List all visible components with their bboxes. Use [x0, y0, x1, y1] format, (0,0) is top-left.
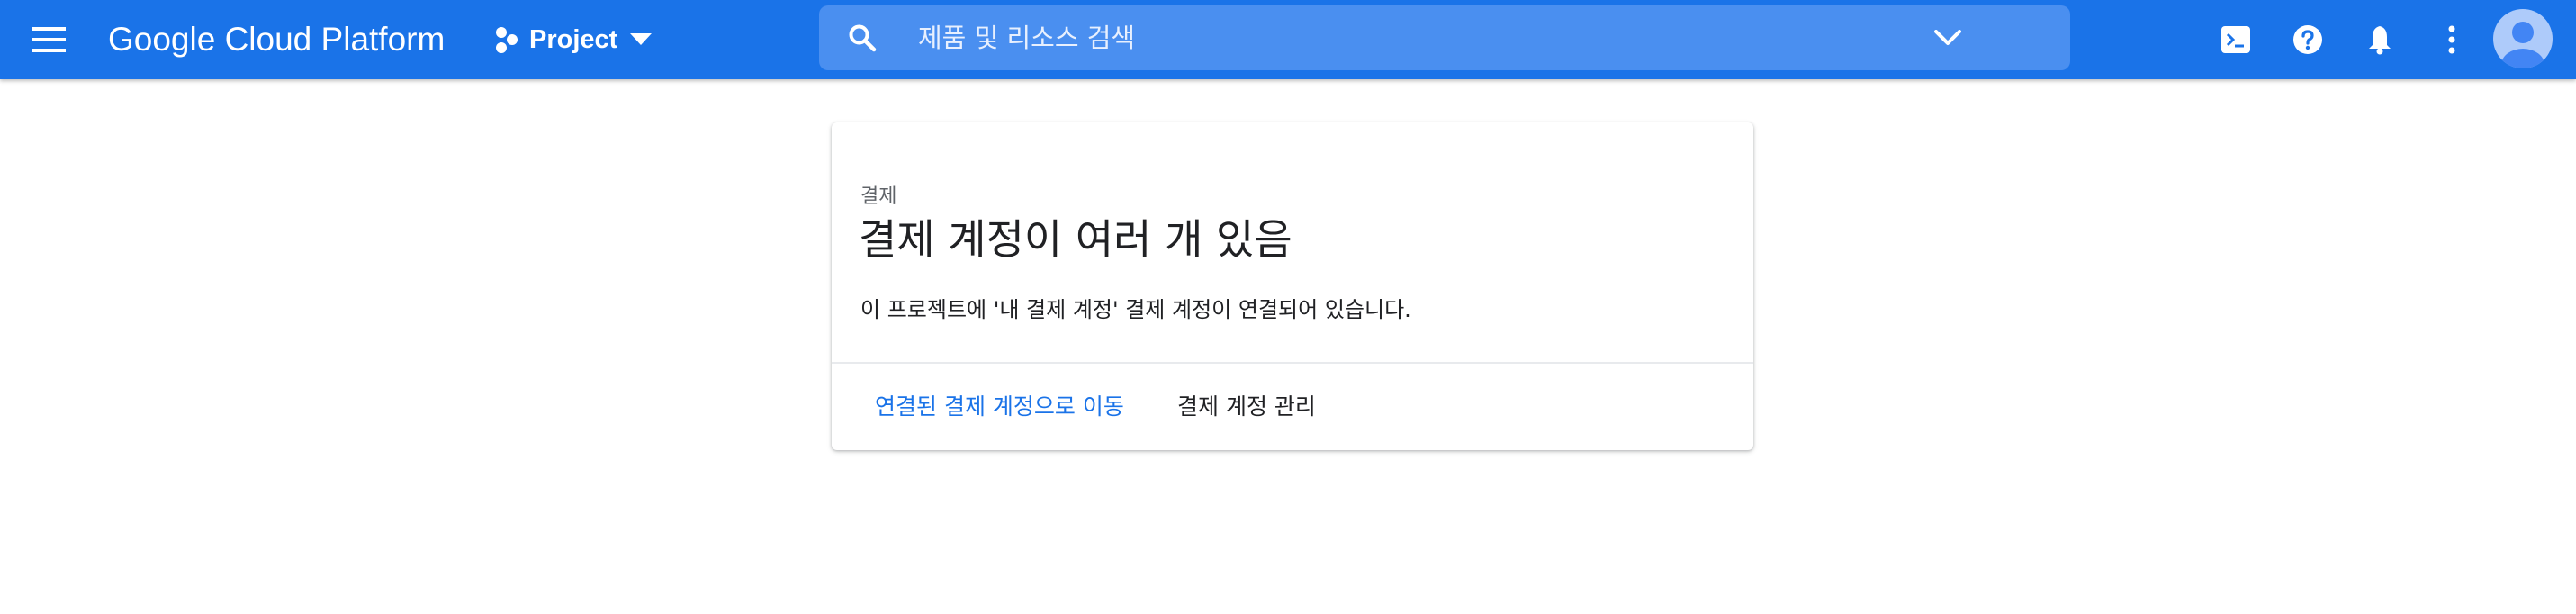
product-logo[interactable]: Google Cloud Platform [108, 16, 445, 63]
card-description: 이 프로젝트에 '내 결제 계정' 결제 계정이 연결되어 있습니다. [860, 297, 1411, 322]
chevron-down-icon [1934, 30, 1961, 45]
card-actions: 연결된 결제 계정으로 이동 결제 계정 관리 [832, 364, 1753, 450]
search-bar[interactable] [819, 5, 2070, 70]
avatar [2501, 22, 2544, 68]
card-eyebrow: 결제 [860, 185, 897, 208]
billing-card: 결제 결제 계정이 여러 개 있음 이 프로젝트에 '내 결제 계정' 결제 계… [832, 122, 1753, 450]
caret-down-icon [630, 33, 653, 45]
cloud-shell-button[interactable] [2214, 18, 2257, 61]
account-avatar[interactable] [2493, 9, 2553, 68]
terminal-icon [2221, 26, 2250, 53]
search-expand-button[interactable] [1930, 20, 1966, 56]
more-options-button[interactable] [2430, 18, 2473, 61]
help-button[interactable] [2286, 18, 2329, 61]
top-app-bar: Google Cloud Platform Project [0, 0, 2576, 79]
more-vert-icon [2448, 25, 2455, 54]
manage-billing-accounts-link[interactable]: 결제 계정 관리 [1163, 387, 1330, 427]
notifications-button[interactable] [2358, 18, 2401, 61]
main-menu-button[interactable] [27, 18, 70, 61]
go-to-linked-billing-account-link[interactable]: 연결된 결제 계정으로 이동 [860, 387, 1139, 427]
bell-icon [2369, 26, 2391, 55]
search-input[interactable] [916, 16, 1933, 59]
card-title: 결제 계정이 여러 개 있음 [859, 215, 1293, 264]
project-picker-label: Project [529, 24, 618, 54]
project-dots-icon [496, 27, 518, 53]
search-icon [849, 24, 877, 52]
help-icon [2293, 25, 2322, 54]
project-picker-button[interactable]: Project [493, 18, 653, 61]
hamburger-menu-icon [32, 27, 66, 52]
